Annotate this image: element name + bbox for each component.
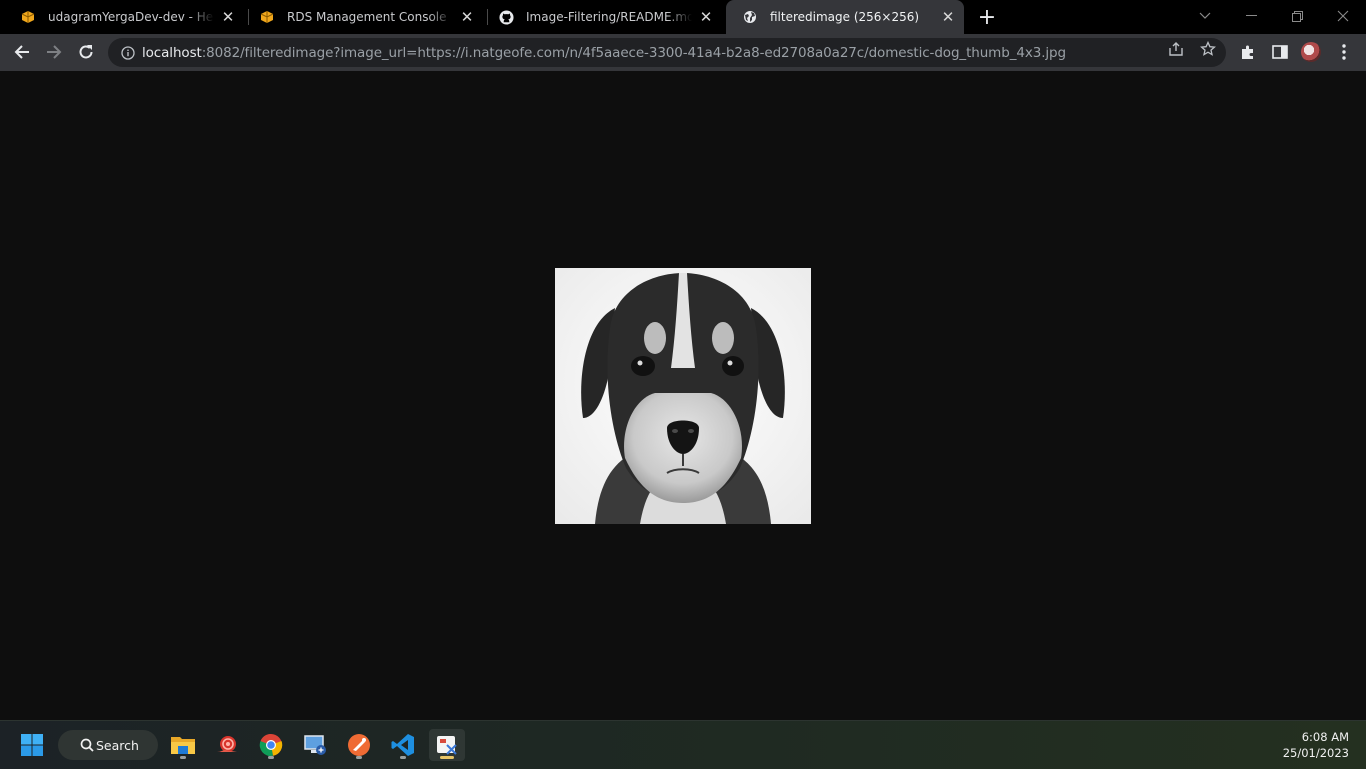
running-indicator bbox=[400, 756, 406, 759]
search-icon bbox=[80, 738, 94, 755]
new-tab-button[interactable]: + bbox=[976, 5, 998, 30]
search-label: Search bbox=[96, 737, 139, 753]
clock-date: 25/01/2023 bbox=[1282, 746, 1349, 760]
page-viewport bbox=[0, 71, 1366, 720]
remote-desktop-icon[interactable] bbox=[297, 729, 333, 761]
restore-icon[interactable] bbox=[1274, 0, 1320, 32]
start-windows-icon[interactable] bbox=[14, 729, 50, 761]
reload-icon[interactable] bbox=[72, 38, 100, 66]
close-tab-icon[interactable]: ✕ bbox=[940, 8, 956, 26]
browser-toolbar: localhost:8082/filteredimage?image_url=h… bbox=[0, 34, 1366, 71]
site-info-icon[interactable] bbox=[120, 45, 136, 61]
aws-box-icon bbox=[259, 9, 275, 25]
close-tab-icon[interactable]: ✕ bbox=[459, 8, 475, 26]
running-indicator bbox=[268, 756, 274, 759]
aws-box-icon bbox=[20, 9, 36, 25]
forward-arrow-icon[interactable] bbox=[40, 38, 68, 66]
filtered-image[interactable] bbox=[555, 268, 811, 524]
vscode-icon[interactable] bbox=[385, 729, 421, 761]
tab-rds-console[interactable]: RDS Management Console ✕ bbox=[243, 0, 483, 34]
address-bar[interactable]: localhost:8082/filteredimage?image_url=h… bbox=[108, 38, 1226, 67]
running-indicator bbox=[356, 756, 362, 759]
globe-icon bbox=[742, 9, 758, 25]
tab-title: udagramYergaDev-dev - Health D bbox=[48, 10, 214, 24]
snail-app-icon[interactable] bbox=[209, 729, 245, 761]
profile-avatar[interactable] bbox=[1301, 42, 1321, 62]
puppy-photo bbox=[555, 268, 811, 524]
tab-title: Image-Filtering/README.md at m bbox=[526, 10, 692, 24]
tab-strip: udagramYergaDev-dev - Health D ✕ RDS Man… bbox=[0, 0, 1366, 34]
snipping-tool-icon[interactable] bbox=[429, 729, 465, 761]
url-text: localhost:8082/filteredimage?image_url=h… bbox=[142, 45, 1066, 61]
tab-health-dashboard[interactable]: udagramYergaDev-dev - Health D ✕ bbox=[4, 0, 244, 34]
close-tab-icon[interactable]: ✕ bbox=[220, 8, 236, 26]
back-arrow-icon[interactable] bbox=[8, 38, 36, 66]
github-icon bbox=[498, 9, 514, 25]
taskbar-search[interactable]: Search bbox=[58, 730, 158, 760]
bookmark-star-icon[interactable] bbox=[1199, 40, 1217, 58]
running-indicator bbox=[180, 756, 186, 759]
system-clock[interactable]: 6:08 AM 25/01/2023 bbox=[1283, 729, 1349, 761]
chrome-icon[interactable] bbox=[253, 729, 289, 761]
extensions-puzzle-icon[interactable] bbox=[1238, 42, 1258, 62]
tab-filteredimage[interactable]: filteredimage (256×256) ✕ bbox=[726, 0, 964, 34]
tab-github-readme[interactable]: Image-Filtering/README.md at m ✕ bbox=[482, 0, 722, 34]
clock-time: 6:08 AM bbox=[1301, 730, 1349, 744]
close-window-icon[interactable] bbox=[1320, 0, 1366, 32]
minimize-icon[interactable] bbox=[1228, 0, 1274, 32]
url-path: :8082/filteredimage?image_url=https://i.… bbox=[201, 44, 1067, 61]
share-icon[interactable] bbox=[1167, 40, 1185, 58]
side-panel-icon[interactable] bbox=[1270, 42, 1290, 62]
windows-taskbar: Search 6:08 AM 25/01/2023 bbox=[0, 720, 1366, 769]
file-explorer-icon[interactable] bbox=[165, 729, 201, 761]
tab-title: RDS Management Console bbox=[287, 10, 447, 24]
menu-kebab-icon[interactable] bbox=[1334, 42, 1354, 62]
close-tab-icon[interactable]: ✕ bbox=[698, 8, 714, 26]
url-host: localhost bbox=[142, 44, 202, 61]
postman-icon[interactable] bbox=[341, 729, 377, 761]
active-indicator bbox=[440, 756, 454, 759]
tab-title: filteredimage (256×256) bbox=[770, 10, 920, 24]
tab-search-chevron-icon[interactable] bbox=[1182, 0, 1228, 32]
